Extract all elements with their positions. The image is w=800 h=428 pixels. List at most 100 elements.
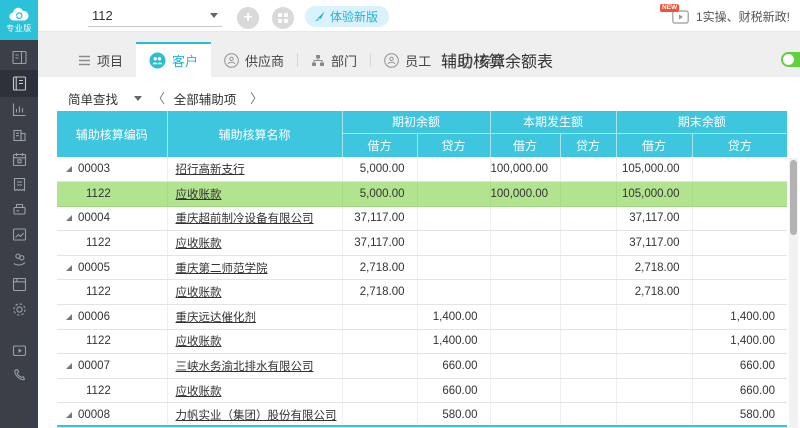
- sidebar-cashier-icon[interactable]: [0, 197, 38, 222]
- grid-icon: [278, 13, 288, 23]
- amount-cell: 1,400.00: [692, 329, 787, 354]
- col-header-code: 辅助核算编码: [57, 111, 167, 157]
- table-row[interactable]: 1122应收账款37,117.0037,117.00: [57, 231, 787, 256]
- new-badge: NEW: [660, 4, 679, 13]
- col-header-debit: 借方: [342, 133, 417, 157]
- aux-code-cell: 00008: [57, 403, 167, 428]
- tab-customer[interactable]: 客户: [136, 42, 211, 77]
- table-row[interactable]: 00008力帆实业（集团）股份有限公司580.00580.00: [57, 403, 787, 428]
- aux-name-link[interactable]: 应收账款: [176, 386, 222, 398]
- vertical-scrollbar[interactable]: [789, 158, 798, 428]
- expand-triangle-icon[interactable]: [66, 363, 72, 369]
- amount-cell: [560, 305, 616, 330]
- aux-code-cell: 1122: [57, 329, 167, 354]
- apps-grid-button[interactable]: [272, 7, 294, 29]
- list-icon: [78, 55, 91, 66]
- amount-cell: [342, 305, 417, 330]
- aux-name-link[interactable]: 应收账款: [176, 238, 222, 250]
- expand-triangle-icon[interactable]: [66, 314, 72, 320]
- sidebar-salary-icon[interactable]: [0, 247, 38, 272]
- customer-icon: [149, 52, 166, 69]
- expand-triangle-icon[interactable]: [66, 215, 72, 221]
- sidebar-reports-chart-icon[interactable]: [0, 97, 38, 122]
- sidebar-assets-icon[interactable]: [0, 122, 38, 147]
- tab-project[interactable]: 项目: [65, 42, 136, 77]
- table-row[interactable]: 1122应收账款5,000.00100,000.00105,000.00: [57, 182, 787, 207]
- aux-balance-table: 辅助核算编码 辅助核算名称 期初余额 本期发生额 期末余额 借方 贷方 借方 贷…: [57, 111, 787, 428]
- aux-name-link[interactable]: 招行高新支行: [176, 164, 245, 176]
- tab-department[interactable]: 部门: [298, 42, 370, 77]
- amount-cell: [342, 354, 417, 379]
- amount-cell: 1,400.00: [692, 305, 787, 330]
- amount-cell: [490, 280, 560, 305]
- tab-label: 项目: [97, 51, 123, 70]
- amount-cell: [692, 182, 787, 207]
- app-window: 112 + 体验新版 NEW 1实操、财税新政!: [0, 0, 800, 428]
- aux-name-link[interactable]: 力帆实业（集团）股份有限公司: [176, 410, 337, 422]
- scrollbar-thumb[interactable]: [790, 160, 797, 235]
- amount-cell: [692, 280, 787, 305]
- account-set-select[interactable]: 112: [88, 5, 222, 27]
- table-row[interactable]: 1122应收账款2,718.002,718.00: [57, 280, 787, 305]
- amount-cell: [490, 255, 560, 280]
- brand-logo[interactable]: 专业版: [0, 0, 38, 40]
- amount-cell: 37,117.00: [616, 206, 692, 231]
- aux-name-link[interactable]: 应收账款: [176, 287, 222, 299]
- aux-name-cell: 招行高新支行: [167, 157, 342, 182]
- aux-name-link[interactable]: 应收账款: [176, 189, 222, 201]
- aux-name-link[interactable]: 重庆超前制冷设备有限公司: [176, 213, 314, 225]
- tab-label: 部门: [331, 51, 357, 70]
- supplier-icon: [224, 53, 239, 68]
- main-content: 简单查找 〈 全部辅助项 〉 辅助核算编码 辅助核算名称 期初余额 本期发生额 …: [38, 77, 800, 428]
- table-body: 00003招行高新支行5,000.00100,000.00105,000.001…: [57, 157, 787, 428]
- amount-cell: [616, 329, 692, 354]
- department-icon: [311, 54, 325, 67]
- expand-triangle-icon[interactable]: [66, 265, 72, 271]
- tab-employee[interactable]: 员工: [371, 42, 444, 77]
- amount-cell: [560, 182, 616, 207]
- expand-triangle-icon[interactable]: [66, 412, 72, 418]
- add-button[interactable]: +: [237, 7, 259, 29]
- col-header-name: 辅助核算名称: [167, 111, 342, 157]
- table-row[interactable]: 00005重庆第二师范学院2,718.002,718.00: [57, 255, 787, 280]
- tab-label: 员工: [405, 51, 431, 70]
- table-row[interactable]: 00006重庆远达催化剂1,400.001,400.00: [57, 305, 787, 330]
- table-row[interactable]: 1122应收账款660.00660.00: [57, 378, 787, 403]
- aux-name-link[interactable]: 三峡水务渝北排水有限公司: [176, 361, 314, 373]
- sidebar-statements-icon[interactable]: [0, 222, 38, 247]
- next-aux-arrow[interactable]: 〉: [250, 88, 263, 107]
- amount-cell: [490, 305, 560, 330]
- expand-triangle-icon[interactable]: [66, 166, 72, 172]
- sidebar-voucher-panel-icon[interactable]: [0, 45, 38, 70]
- sidebar-settings-gear-icon[interactable]: [0, 297, 38, 322]
- sidebar-invoice-icon[interactable]: [0, 172, 38, 197]
- amount-cell: 5,000.00: [342, 182, 417, 207]
- table-row[interactable]: 00004重庆超前制冷设备有限公司37,117.0037,117.00: [57, 206, 787, 231]
- sidebar-period-calendar-icon[interactable]: [0, 147, 38, 172]
- sidebar-checkout-book-icon[interactable]: [0, 272, 38, 297]
- promo-link[interactable]: NEW 1实操、财税新政!: [672, 8, 790, 25]
- tab-supplier[interactable]: 供应商: [211, 42, 297, 77]
- amount-cell: [342, 403, 417, 428]
- tab-label: 客户: [172, 51, 198, 70]
- amount-cell: 2,718.00: [342, 255, 417, 280]
- try-new-version-button[interactable]: 体验新版: [305, 6, 389, 27]
- prev-aux-arrow[interactable]: 〈: [152, 88, 165, 107]
- aux-name-cell: 三峡水务渝北排水有限公司: [167, 354, 342, 379]
- amount-cell: 105,000.00: [616, 182, 692, 207]
- sidebar-account-book-icon[interactable]: [0, 70, 38, 97]
- aux-name-link[interactable]: 重庆远达催化剂: [176, 312, 257, 324]
- sidebar-service-phone-icon[interactable]: [0, 363, 38, 388]
- table-row[interactable]: 1122应收账款1,400.001,400.00: [57, 329, 787, 354]
- table-row[interactable]: 00007三峡水务渝北排水有限公司660.00660.00: [57, 354, 787, 379]
- amount-cell: [560, 403, 616, 428]
- table-row[interactable]: 00003招行高新支行5,000.00100,000.00105,000.00: [57, 157, 787, 182]
- page-toggle[interactable]: [781, 52, 800, 67]
- aux-name-link[interactable]: 重庆第二师范学院: [176, 263, 268, 275]
- sidebar-video-tutorial-icon[interactable]: [0, 338, 38, 363]
- aux-name-cell: 应收账款: [167, 378, 342, 403]
- amount-cell: [490, 231, 560, 256]
- amount-cell: 660.00: [417, 378, 490, 403]
- amount-cell: [417, 206, 490, 231]
- aux-name-link[interactable]: 应收账款: [176, 336, 222, 348]
